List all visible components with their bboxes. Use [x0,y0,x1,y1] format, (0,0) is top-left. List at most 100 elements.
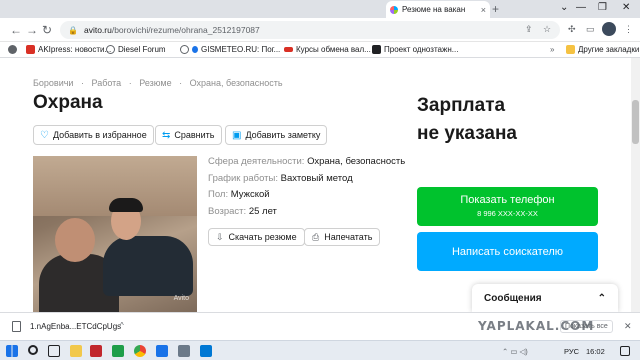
add-note-button[interactable]: ▣ Добавить заметку [225,125,328,145]
sidebar-icon[interactable]: ▭ [586,24,595,35]
bookmark-gismeteo[interactable]: GISMETEO.RU: Пог... [180,45,280,54]
detail-value: 25 лет [248,206,277,217]
search-icon[interactable] [28,345,38,355]
print-label: Напечатать [324,232,373,242]
bookmark-diesel[interactable]: Diesel Forum [106,45,166,54]
bookmark-project[interactable]: Проект однозтажн... [372,45,458,54]
browser-titlebar: Резюме на вакан × + ⌄ — ❐ ✕ [0,0,640,18]
browser-tab[interactable]: Резюме на вакан × [386,1,490,18]
breadcrumb-work[interactable]: Работа [91,78,121,88]
minimize-button[interactable]: — [576,2,586,13]
compare-button[interactable]: ⇆ Сравнить [155,125,222,145]
chrome-icon[interactable] [134,345,146,357]
windows-start-icon[interactable] [6,345,18,357]
bookmark-akipress[interactable]: AKIpress: новости... [26,45,111,54]
note-icon: ▣ [232,129,242,141]
url-path: /borovichi/rezume/ohrana_2512197087 [111,25,260,35]
messages-panel[interactable]: Сообщения ⌃ [472,284,618,312]
heart-icon: ♡ [40,129,49,141]
app-store-icon[interactable] [200,345,212,357]
apps-grid-icon [8,45,17,54]
photo-person-right-body [103,236,193,296]
breadcrumb-sep: · [80,78,84,88]
add-to-favorites-button[interactable]: ♡ Добавить в избранное [33,125,154,145]
share-icon[interactable]: ⇪ [525,24,533,35]
breadcrumb: Боровичи · Работа · Резюме · Охрана, без… [33,78,288,88]
download-file-name[interactable]: 1.nAgEnba...ETCdCpUgs [30,322,121,331]
bookmark-label: Проект однозтажн... [384,45,459,54]
notifications-icon[interactable] [620,346,630,356]
breadcrumb-resume[interactable]: Резюме [139,78,171,88]
forward-arrow-icon[interactable]: → [26,23,38,37]
bookmark-star-icon[interactable]: ☆ [543,24,551,35]
globe-icon [180,45,189,54]
photo-person-right-hair [109,198,143,212]
bookmark-label: Курсы обмена вал... [296,45,371,54]
detail-value: Мужской [230,189,270,200]
taskbar: ⌃ ▭ ◁) РУС 16:02 [0,340,640,360]
lock-icon: 🔒 [68,25,78,35]
bookmark-other-folder[interactable]: Другие закладки [566,45,639,54]
app-blue-icon[interactable] [156,345,168,357]
address-toolbar: ← → ↻ 🔒 avito.ru/borovichi/rezume/ohrana… [0,18,640,42]
globe-icon [106,45,115,54]
resume-photo[interactable]: Avito [33,156,197,312]
app-gray-icon[interactable] [178,345,190,357]
tab-search-icon[interactable]: ⌄ [560,2,568,13]
show-phone-button[interactable]: Показать телефон 8 996 XXX-XX-XX [417,187,598,226]
extensions-puzzle-icon[interactable]: ✣ [568,24,576,35]
show-all-downloads-button[interactable]: Показать все [560,320,613,333]
detail-sphere: Сфера деятельности: Охрана, безопасность [208,156,405,167]
bookmark-apps[interactable] [8,45,20,54]
photo-person-left-head [55,218,95,262]
tab-close-icon[interactable]: × [481,5,486,15]
download-resume-button[interactable]: ⇩ Скачать резюме [208,228,305,246]
favorites-label: Добавить в избранное [52,130,147,140]
messages-label: Сообщения [484,292,542,304]
page-scrollbar[interactable] [631,58,640,312]
print-button[interactable]: ⎙ Напечатать [304,228,381,246]
project-icon [372,45,381,54]
back-arrow-icon[interactable]: ← [10,23,22,37]
file-explorer-icon[interactable] [70,345,82,357]
write-applicant-button[interactable]: Написать соискателю [417,232,598,271]
detail-label: Пол: [208,189,229,200]
detail-label: График работы: [208,173,278,184]
profile-avatar[interactable] [602,22,616,36]
menu-kebab-icon[interactable]: ⋮ [624,24,633,35]
app-red-icon[interactable] [90,345,102,357]
bookmark-currency[interactable]: Курсы обмена вал... [284,45,371,54]
download-options-icon[interactable]: ^ [120,321,124,330]
note-label: Добавить заметку [245,130,321,140]
url-host: avito.ru [83,25,112,35]
app-green-icon[interactable] [112,345,124,357]
bookmarks-bar: AKIpress: новости... Diesel Forum GISMET… [0,42,640,58]
more-bookmarks-icon[interactable]: » [550,45,554,54]
breadcrumb-category[interactable]: Охрана, безопасность [190,78,283,88]
page-title: Охрана [33,92,103,113]
task-view-icon[interactable] [48,345,60,357]
scrollbar-thumb[interactable] [632,100,639,144]
breadcrumb-city[interactable]: Боровичи [33,78,73,88]
reload-icon[interactable]: ↻ [42,23,52,37]
detail-value: Охрана, безопасность [307,156,406,167]
language-indicator[interactable]: РУС [564,347,579,356]
write-applicant-label: Написать соискателю [451,245,563,258]
close-window-button[interactable]: ✕ [622,2,630,13]
show-phone-label: Показать телефон [460,194,555,206]
chevron-up-icon[interactable]: ⌃ [598,293,606,304]
url-bar[interactable]: 🔒 avito.ru/borovichi/rezume/ohrana_25121… [60,21,560,39]
system-tray-icons[interactable]: ⌃ ▭ ◁) [502,347,528,356]
new-tab-button[interactable]: + [492,2,499,16]
maximize-button[interactable]: ❐ [598,2,607,13]
detail-value: Вахтовый метод [280,173,353,184]
printer-icon: ⎙ [312,231,320,242]
download-bar: 1.nAgEnba...ETCdCpUgs ^ YAPLAKAL.COM Пок… [0,312,640,340]
tab-title: Резюме на вакан [402,5,466,14]
detail-schedule: График работы: Вахтовый метод [208,173,353,184]
detail-label: Возраст: [208,206,247,217]
akipress-icon [26,45,35,54]
clock[interactable]: 16:02 [586,347,605,356]
close-download-bar-icon[interactable]: ✕ [624,321,632,332]
compare-icon: ⇆ [162,129,171,141]
